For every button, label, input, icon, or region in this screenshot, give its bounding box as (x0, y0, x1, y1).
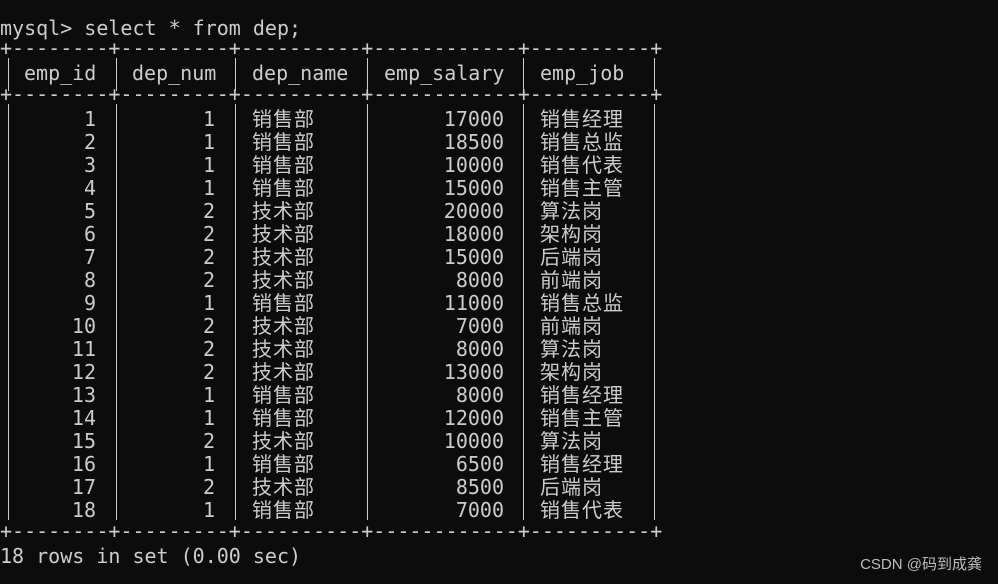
table-divider-4 (523, 104, 524, 520)
cell-dep-num: 2 (202, 475, 215, 499)
cell-emp-salary: 11000 (443, 291, 504, 315)
cell-emp-job: 算法岗 (540, 199, 603, 223)
cell-dep-num: 1 (202, 130, 215, 154)
cell-emp-id: 4 (83, 176, 96, 200)
cell-emp-salary: 20000 (443, 199, 504, 223)
cell-emp-salary: 8000 (455, 383, 504, 407)
cell-dep-name: 销售部 (252, 383, 315, 407)
cell-dep-name: 技术部 (252, 222, 315, 246)
cell-dep-name: 销售部 (252, 153, 315, 177)
cell-dep-num: 1 (202, 107, 215, 131)
cell-dep-num: 2 (202, 429, 215, 453)
cell-emp-salary: 15000 (443, 245, 504, 269)
cell-dep-name: 销售部 (252, 291, 315, 315)
cell-emp-id: 10 (71, 314, 96, 338)
cell-dep-num: 2 (202, 314, 215, 338)
cell-emp-salary: 18500 (443, 130, 504, 154)
cell-emp-job: 销售总监 (540, 130, 624, 154)
cell-dep-num: 1 (202, 406, 215, 430)
cell-emp-salary: 18000 (443, 222, 504, 246)
table-border-bottom: +--------+---------+----------+---------… (0, 519, 663, 543)
cell-emp-salary: 12000 (443, 406, 504, 430)
cell-emp-id: 8 (83, 268, 96, 292)
cell-dep-num: 1 (202, 452, 215, 476)
cell-dep-name: 销售部 (252, 406, 315, 430)
cell-dep-num: 2 (202, 337, 215, 361)
cell-emp-salary: 6500 (455, 452, 504, 476)
cell-emp-salary: 15000 (443, 176, 504, 200)
cell-dep-num: 2 (202, 360, 215, 384)
cell-emp-job: 销售总监 (540, 291, 624, 315)
table-border-right (654, 104, 655, 520)
cell-emp-salary: 10000 (443, 429, 504, 453)
cell-emp-id: 7 (83, 245, 96, 269)
cell-dep-name: 技术部 (252, 245, 315, 269)
cell-emp-job: 架构岗 (540, 360, 603, 384)
cell-emp-id: 15 (71, 429, 96, 453)
csdn-watermark: CSDN @码到成龚 (860, 556, 982, 573)
cell-emp-job: 后端岗 (540, 475, 603, 499)
cell-dep-num: 1 (202, 383, 215, 407)
cell-emp-id: 3 (83, 153, 96, 177)
cell-dep-num: 2 (202, 268, 215, 292)
table-border-top: +--------+---------+----------+---------… (0, 36, 663, 60)
cell-dep-name: 销售部 (252, 176, 315, 200)
cell-dep-name: 技术部 (252, 475, 315, 499)
result-summary: 18 rows in set (0.00 sec) (0, 544, 302, 568)
cell-emp-id: 13 (71, 383, 96, 407)
cell-emp-job: 销售经理 (540, 452, 624, 476)
cell-emp-salary: 8000 (455, 268, 504, 292)
cell-emp-job: 销售代表 (540, 153, 624, 177)
cell-dep-name: 销售部 (252, 107, 315, 131)
cell-emp-id: 16 (71, 452, 96, 476)
cell-emp-id: 1 (83, 107, 96, 131)
cell-dep-num: 2 (202, 199, 215, 223)
cell-emp-job: 销售经理 (540, 107, 624, 131)
cell-dep-name: 销售部 (252, 452, 315, 476)
cell-dep-num: 2 (202, 245, 215, 269)
cell-dep-name: 销售部 (252, 130, 315, 154)
cell-emp-id: 14 (71, 406, 96, 430)
cell-emp-job: 销售主管 (540, 176, 624, 200)
table-border-middle: +--------+---------+----------+---------… (0, 82, 663, 106)
cell-emp-id: 2 (83, 130, 96, 154)
cell-emp-salary: 7000 (455, 314, 504, 338)
cell-dep-num: 1 (202, 291, 215, 315)
cell-dep-name: 技术部 (252, 199, 315, 223)
cell-emp-id: 12 (71, 360, 96, 384)
cell-emp-job: 前端岗 (540, 314, 603, 338)
cell-emp-id: 11 (71, 337, 96, 361)
cell-emp-job: 算法岗 (540, 337, 603, 361)
cell-dep-num: 2 (202, 222, 215, 246)
cell-emp-id: 6 (83, 222, 96, 246)
cell-emp-salary: 10000 (443, 153, 504, 177)
cell-emp-job: 后端岗 (540, 245, 603, 269)
cell-emp-job: 架构岗 (540, 222, 603, 246)
cell-dep-name: 技术部 (252, 314, 315, 338)
cell-emp-id: 17 (71, 475, 96, 499)
cell-emp-job: 销售主管 (540, 406, 624, 430)
cell-emp-salary: 8500 (455, 475, 504, 499)
cell-emp-job: 销售经理 (540, 383, 624, 407)
cell-emp-id: 9 (83, 291, 96, 315)
cell-emp-job: 前端岗 (540, 268, 603, 292)
cell-dep-name: 技术部 (252, 337, 315, 361)
cell-emp-job: 算法岗 (540, 429, 603, 453)
terminal-window[interactable]: mysql> select * from dep; +--------+----… (0, 0, 998, 584)
cell-dep-name: 技术部 (252, 268, 315, 292)
table-divider-2 (235, 104, 236, 520)
cell-emp-salary: 13000 (443, 360, 504, 384)
cell-emp-salary: 17000 (443, 107, 504, 131)
cell-dep-name: 技术部 (252, 360, 315, 384)
cell-dep-num: 1 (202, 176, 215, 200)
cell-emp-id: 5 (83, 199, 96, 223)
cell-emp-salary: 8000 (455, 337, 504, 361)
cell-dep-name: 技术部 (252, 429, 315, 453)
cell-dep-num: 1 (202, 153, 215, 177)
